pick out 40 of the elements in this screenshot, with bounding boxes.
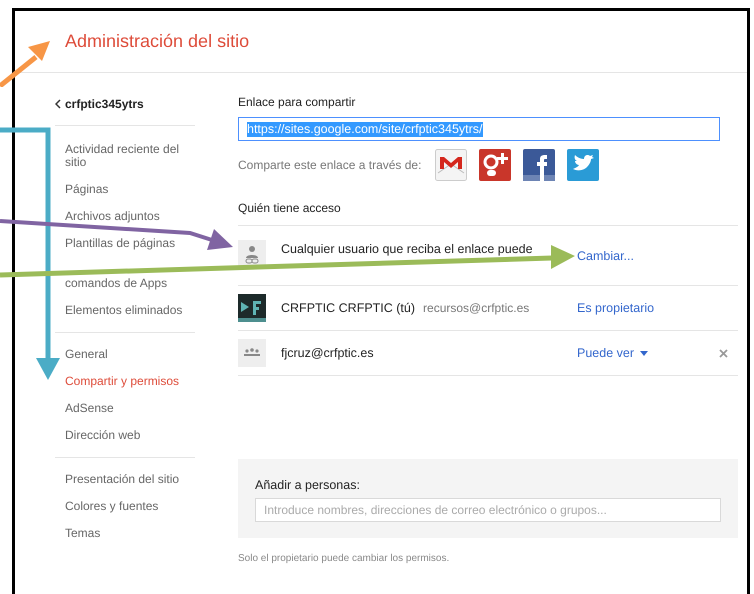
access-name: CRFPTIC CRFPTIC (tú): [281, 300, 416, 316]
access-name: fjcruz@crfptic.es: [281, 346, 374, 360]
permission-link[interactable]: Puede ver: [577, 344, 648, 362]
sidebar-item[interactable]: General: [55, 341, 195, 368]
page-title: Administración del sitio: [65, 30, 250, 53]
sidebar-item[interactable]: Páginas: [55, 176, 195, 203]
share-link-label: Enlace para compartir: [238, 94, 356, 111]
share-via-label: Comparte este enlace a través de:: [238, 157, 422, 174]
sidebar-item[interactable]: Colores y fuentes: [55, 493, 195, 520]
sidebar-item[interactable]: Actividad reciente del sitio: [55, 136, 195, 176]
people-icon: [238, 339, 266, 367]
link-field[interactable]: https://sites.google.com/site/crfptic345ytrs/: [238, 117, 720, 141]
sidebar-item[interactable]: Temas: [55, 520, 195, 547]
sidebar-item[interactable]: Presentación del sitio: [55, 466, 195, 493]
facebook-icon[interactable]: [523, 149, 556, 181]
permission-link[interactable]: Cambiar...: [577, 247, 634, 266]
back-link[interactable]: crfptic345ytrs: [55, 95, 195, 126]
sidebar-item[interactable]: Elementos eliminados: [55, 297, 195, 324]
add-people-label: Añadir a personas:: [255, 477, 361, 494]
access-email: recursos@crfptic.es: [423, 300, 530, 317]
site-name: crfptic345ytrs: [65, 96, 144, 113]
access-name: Cualquier usuario que reciba el enlace puede: [281, 242, 533, 257]
plus-icon[interactable]: [479, 149, 512, 181]
sidebar-item[interactable]: AdSense: [55, 395, 195, 422]
sidebar-item[interactable]: comandos de Apps: [55, 270, 195, 297]
sidebar-item[interactable]: Plantillas de páginas: [55, 230, 195, 257]
add-people-field[interactable]: Introduce nombres, direcciones de correo electrónico o grupos...: [255, 498, 721, 522]
mail-icon[interactable]: [435, 149, 468, 181]
chevron-left-icon: [55, 99, 61, 109]
sidebar-item[interactable]: Compartir y permisos: [55, 368, 195, 395]
annotation-arrow: [0, 40, 51, 87]
sidebar-item[interactable]: Archivos adjuntos: [55, 203, 195, 230]
logo-icon: [238, 294, 266, 322]
caret-icon: [640, 350, 648, 356]
remove-button[interactable]: [717, 346, 730, 360]
sidebar-item[interactable]: Dirección web: [55, 422, 195, 449]
permission-link[interactable]: Es propietario: [577, 298, 654, 318]
bird-icon[interactable]: [567, 149, 600, 181]
owner-note: Solo el propietario puede cambiar los permisos.: [238, 552, 450, 566]
access-heading: Quién tiene acceso: [238, 199, 738, 226]
